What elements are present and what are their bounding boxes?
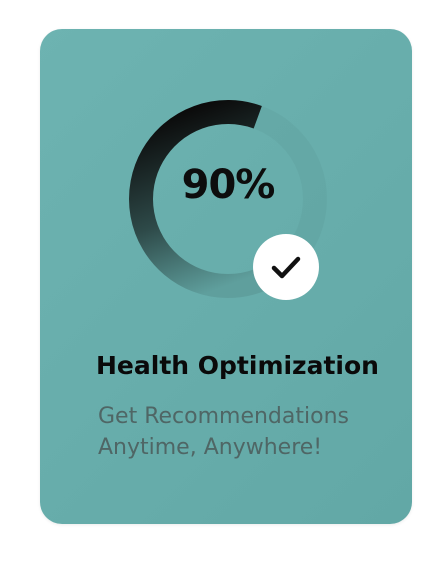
health-optimization-card[interactable]: 90% Health Optimization Get Recommendati…	[40, 29, 412, 524]
completion-badge	[253, 234, 319, 300]
checkmark-icon	[271, 256, 301, 279]
progress-percentage: 90%	[181, 162, 276, 208]
card-subtitle: Get Recommendations Anytime, Anywhere!	[98, 404, 349, 460]
card-title: Health Optimization	[96, 351, 379, 380]
